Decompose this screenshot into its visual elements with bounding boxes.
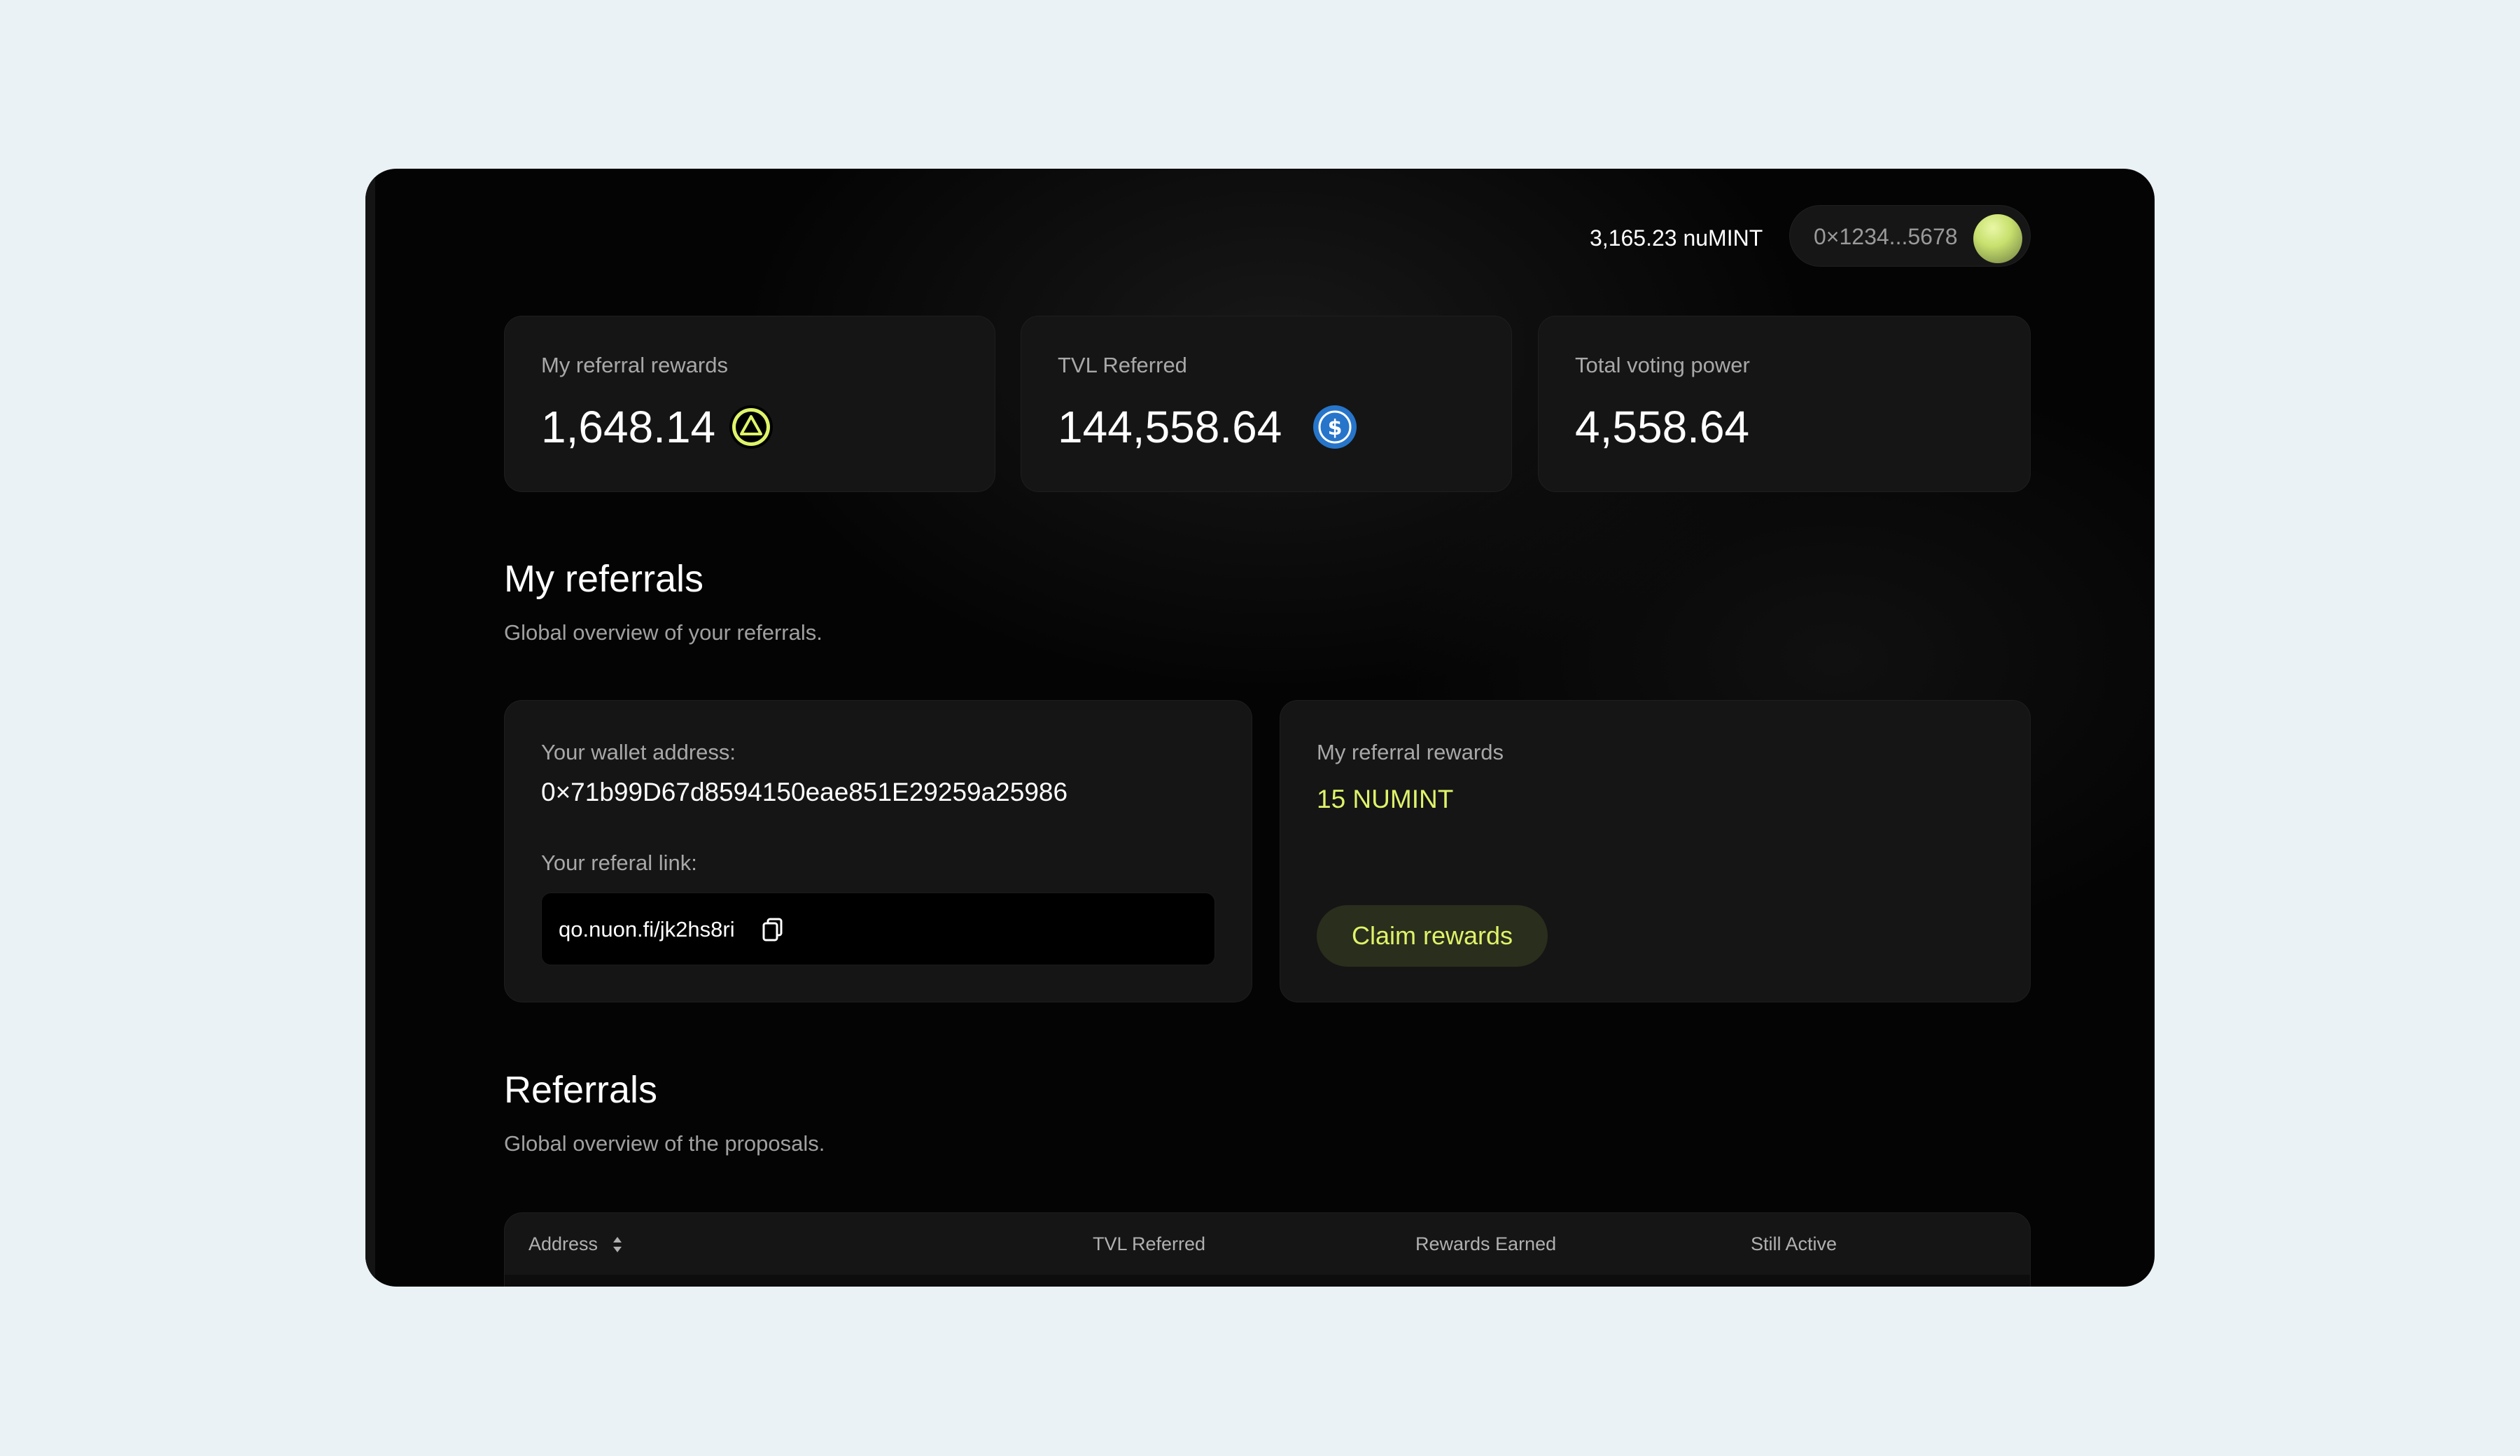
referral-link-label: Your referal link: <box>541 850 697 875</box>
stat-label: My referral rewards <box>541 353 728 377</box>
wallet-address-label: Your wallet address: <box>541 740 736 764</box>
wallet-button[interactable]: 0×1234...5678 <box>1789 205 2031 267</box>
table-body <box>505 1275 2030 1287</box>
stat-label: TVL Referred <box>1058 353 1187 377</box>
claim-rewards-button[interactable]: Claim rewards <box>1317 905 1548 967</box>
nuon-triangle-icon <box>729 405 773 449</box>
stat-value: 1,648.14 <box>541 402 716 452</box>
stat-card-referral-rewards: My referral rewards 1,648.14 <box>504 316 995 492</box>
section-subtitle-referrals: Global overview of the proposals. <box>504 1131 825 1156</box>
svg-text:$: $ <box>1328 416 1343 440</box>
referral-link-field[interactable]: qo.nuon.fi/jk2hs8ri <box>541 892 1215 965</box>
column-header-address[interactable]: Address <box>528 1230 598 1258</box>
section-title-referrals: Referrals <box>504 1069 658 1111</box>
stat-card-voting-power: Total voting power 4,558.64 <box>1538 316 2031 492</box>
avatar <box>1973 214 2022 263</box>
column-header-still-active: Still Active <box>1751 1233 1837 1254</box>
referral-link-card: Your wallet address: 0×71b99D67d8594150e… <box>504 700 1252 1002</box>
table-header: Address TVL Referred Rewards Earned Stil… <box>505 1213 2030 1275</box>
wallet-address-short: 0×1234...5678 <box>1814 224 1958 249</box>
wallet-address: 0×71b99D67d8594150eae851E29259a25986 <box>541 778 1068 806</box>
column-header-tvl-referred: TVL Referred <box>1093 1233 1206 1254</box>
section-subtitle-my-referrals: Global overview of your referrals. <box>504 620 822 645</box>
window-edge <box>365 169 375 1287</box>
column-header-rewards-earned: Rewards Earned <box>1415 1233 1557 1254</box>
usdc-dollar-icon: $ <box>1313 405 1357 449</box>
sort-icon[interactable] <box>611 1234 624 1255</box>
referral-rewards-amount: 15 NUMINT <box>1317 785 1454 813</box>
copy-icon[interactable] <box>760 917 785 942</box>
app-window: 3,165.23 nuMINT 0×1234...5678 My referra… <box>365 169 2155 1287</box>
referral-link-text: qo.nuon.fi/jk2hs8ri <box>559 917 735 941</box>
referral-rewards-label: My referral rewards <box>1317 740 1504 764</box>
stat-value: 144,558.64 <box>1058 402 1282 452</box>
referrals-table: Address TVL Referred Rewards Earned Stil… <box>504 1212 2031 1287</box>
stat-card-tvl-referred: TVL Referred 144,558.64 $ <box>1021 316 1512 492</box>
stat-label: Total voting power <box>1575 353 1750 377</box>
section-title-my-referrals: My referrals <box>504 558 704 600</box>
referral-rewards-card: My referral rewards 15 NUMINT Claim rewa… <box>1280 700 2031 1002</box>
header-balance: 3,165.23 nuMINT <box>1590 225 1763 251</box>
stat-value: 4,558.64 <box>1575 402 1750 452</box>
